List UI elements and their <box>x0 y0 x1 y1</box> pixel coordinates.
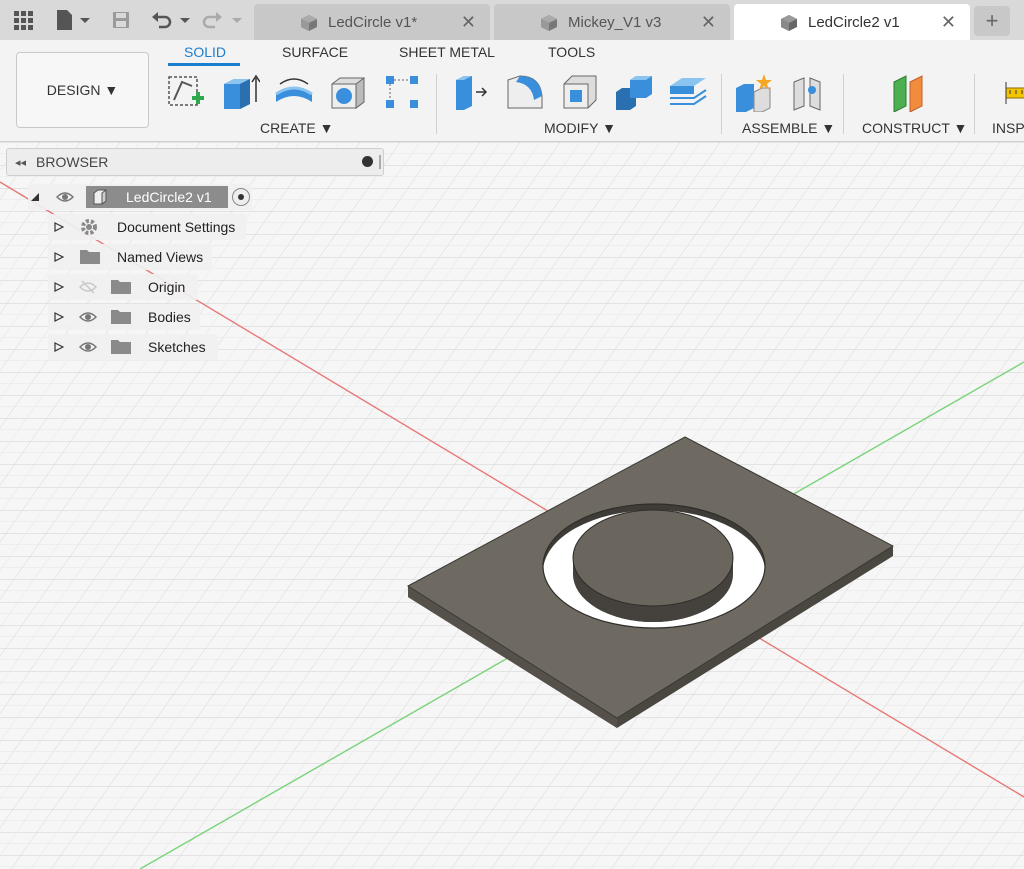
browser-title: BROWSER <box>36 154 109 170</box>
extrude-icon[interactable] <box>220 72 261 112</box>
gear-icon <box>81 219 97 235</box>
tab-tools[interactable]: TOOLS <box>548 44 595 60</box>
eye-hidden-icon[interactable] <box>79 280 97 294</box>
eye-icon[interactable] <box>56 190 74 204</box>
toolbar-separator <box>974 74 975 134</box>
eye-icon[interactable] <box>79 340 97 354</box>
activate-radio-icon[interactable] <box>232 188 250 206</box>
cube-icon <box>781 15 797 31</box>
expand-icon[interactable] <box>54 252 64 262</box>
construct-menu[interactable]: CONSTRUCT ▼ <box>862 120 967 136</box>
tree-item-label: Bodies <box>148 309 191 325</box>
cube-icon <box>541 15 557 31</box>
root-component-label[interactable]: LedCircle2 v1 <box>86 186 228 208</box>
folder-icon <box>111 280 131 294</box>
folder-icon <box>80 250 100 264</box>
inspect-menu[interactable]: INSPE <box>992 120 1024 136</box>
toolbar-separator <box>436 74 437 134</box>
tree-item-bodies[interactable]: Bodies <box>48 304 200 330</box>
collapse-icon[interactable] <box>30 192 40 202</box>
save-icon[interactable] <box>110 8 132 32</box>
new-component-icon[interactable] <box>734 72 774 113</box>
expand-icon[interactable] <box>54 342 64 352</box>
tree-item-document-settings[interactable]: Document Settings <box>48 214 246 240</box>
file-menu-icon[interactable] <box>54 8 94 32</box>
tree-item-named-views[interactable]: Named Views <box>48 244 212 270</box>
app-grid-icon[interactable] <box>12 8 34 32</box>
offset-face-icon[interactable] <box>668 72 708 112</box>
tree-item-label: Document Settings <box>117 219 236 235</box>
expand-icon[interactable] <box>54 312 64 322</box>
modify-menu[interactable]: MODIFY ▼ <box>544 120 616 136</box>
joint-icon[interactable] <box>788 72 828 112</box>
tree-item-label: Named Views <box>117 249 204 265</box>
collapse-panel-icon[interactable]: ◂◂ <box>15 156 26 169</box>
revolve-icon[interactable] <box>274 72 314 112</box>
close-icon[interactable]: ✕ <box>701 12 716 33</box>
tab-label: LedCircle v1* <box>328 13 418 31</box>
active-tab-indicator <box>168 63 240 66</box>
tab-solid[interactable]: SOLID <box>184 44 226 60</box>
cube-icon <box>301 15 317 31</box>
redo-icon[interactable] <box>200 8 246 32</box>
tab-mickey-v1[interactable]: Mickey_V1 v3 ✕ <box>494 4 730 40</box>
disc-body[interactable] <box>572 509 734 622</box>
folder-icon <box>111 310 131 324</box>
new-tab-button[interactable]: + <box>974 6 1010 36</box>
fillet-icon[interactable] <box>506 72 546 112</box>
tab-label: Mickey_V1 v3 <box>568 13 662 31</box>
assemble-menu[interactable]: ASSEMBLE ▼ <box>742 120 835 136</box>
eye-icon[interactable] <box>79 310 97 324</box>
close-icon[interactable]: ✕ <box>461 12 476 33</box>
combine-icon[interactable] <box>614 72 654 112</box>
title-bar: LedCircle v1* ✕ Mickey_V1 v3 ✕ LedCircle… <box>0 0 1024 40</box>
toolbar-separator <box>721 74 722 134</box>
expand-icon[interactable] <box>54 222 64 232</box>
tab-surface[interactable]: SURFACE <box>282 44 348 60</box>
toolbar: DESIGN ▼ SOLID SURFACE SHEET METAL TOOLS… <box>0 40 1024 142</box>
workspace-selector[interactable]: DESIGN ▼ <box>16 52 149 128</box>
undo-icon[interactable] <box>150 8 194 32</box>
hole-icon[interactable] <box>328 72 368 112</box>
panel-menu-icon[interactable] <box>362 156 373 167</box>
toolbar-separator <box>843 74 844 134</box>
tree-item-label: Origin <box>148 279 186 295</box>
measure-icon[interactable] <box>1002 72 1024 112</box>
tab-ledcircle-v1[interactable]: LedCircle v1* ✕ <box>254 4 490 40</box>
close-icon[interactable]: ✕ <box>941 12 956 33</box>
create-sketch-icon[interactable] <box>166 72 206 112</box>
tree-item-sketches[interactable]: Sketches <box>48 334 218 360</box>
pattern-icon[interactable] <box>382 72 422 112</box>
panel-resize-handle[interactable] <box>379 155 381 169</box>
create-menu[interactable]: CREATE ▼ <box>260 120 334 136</box>
root-label-text: LedCircle2 v1 <box>126 189 212 205</box>
tab-label: LedCircle2 v1 <box>808 13 900 31</box>
browser-panel-header: ◂◂ BROWSER <box>6 148 384 176</box>
expand-icon[interactable] <box>54 282 64 292</box>
component-icon <box>93 189 107 205</box>
tab-ledcircle2-v1[interactable]: LedCircle2 v1 ✕ <box>734 4 970 40</box>
folder-icon <box>111 340 131 354</box>
offset-plane-icon[interactable] <box>888 72 928 113</box>
tree-item-origin[interactable]: Origin <box>48 274 198 300</box>
tree-item-label: Sketches <box>148 339 206 355</box>
press-pull-icon[interactable] <box>452 72 492 112</box>
shell-icon[interactable] <box>560 72 600 112</box>
tab-sheet-metal[interactable]: SHEET METAL <box>399 44 495 60</box>
